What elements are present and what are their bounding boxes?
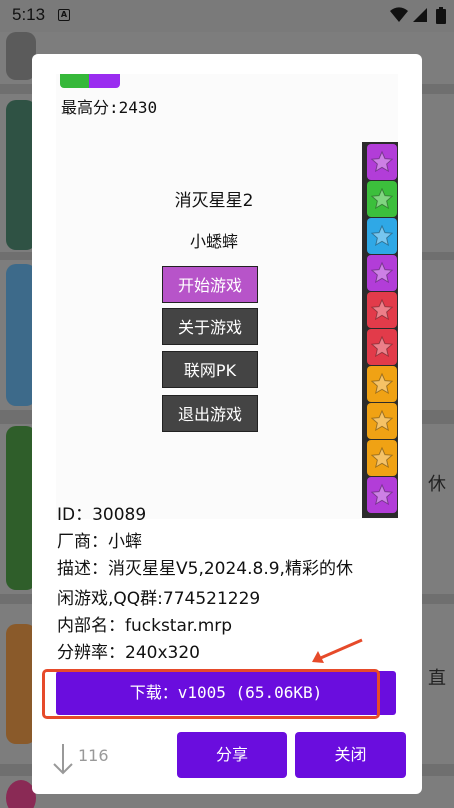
screenshot-menu-exit: 退出游戏 xyxy=(162,395,258,432)
star-block xyxy=(367,292,397,328)
screenshot-star-column xyxy=(362,142,398,518)
wifi-icon xyxy=(390,7,408,23)
star-block xyxy=(367,477,397,513)
arrow-down-icon xyxy=(53,744,73,775)
game-description-line1: 描述：消灭星星V5,2024.8.9,精彩的休 xyxy=(57,559,353,579)
star-block xyxy=(367,329,397,365)
star-block xyxy=(367,181,397,217)
game-internal-name: 内部名：fuckstar.mrp xyxy=(57,616,233,636)
share-button[interactable]: 分享 xyxy=(177,732,287,778)
peek-text: 直 xyxy=(428,668,446,689)
star-block xyxy=(367,366,397,402)
close-button[interactable]: 关闭 xyxy=(295,732,406,778)
game-resolution: 分辨率：240x320 xyxy=(57,643,200,663)
battery-icon xyxy=(436,7,446,24)
peek-text: 休 xyxy=(428,474,446,495)
game-description-line2: 闲游戏,QQ群:774521229 xyxy=(57,589,261,609)
star-block xyxy=(367,255,397,291)
download-count-value: 116 xyxy=(78,746,109,765)
screenshot-menu-pk: 联网PK xyxy=(162,351,258,388)
star-block xyxy=(367,440,397,476)
star-block xyxy=(367,144,397,180)
screenshot-menu-start: 开始游戏 xyxy=(162,266,258,303)
screenshot-game-title: 消灭星星2 xyxy=(174,191,254,211)
game-screenshot[interactable]: 最高分:2430 消灭星星2 小蟋蟀 开始游戏 关于游戏 联网PK 退出游戏 xyxy=(56,74,398,519)
screenshot-high-score: 最高分:2430 xyxy=(61,98,158,117)
notification-app-icon: A xyxy=(58,9,70,21)
screenshot-menu-about: 关于游戏 xyxy=(162,308,258,345)
annotation-highlight-box xyxy=(42,669,380,719)
status-bar: 5:13 A xyxy=(0,0,454,32)
game-id: ID：30089 xyxy=(57,505,147,525)
screenshot-game-author: 小蟋蟀 xyxy=(189,232,238,251)
star-block xyxy=(367,218,397,254)
annotation-arrow-icon xyxy=(312,638,363,663)
game-vendor: 厂商：小蟀 xyxy=(57,532,142,552)
star-block xyxy=(367,403,397,439)
status-time: 5:13 xyxy=(12,5,46,24)
game-detail-dialog: 最高分:2430 消灭星星2 小蟋蟀 开始游戏 关于游戏 联网PK 退出游戏 I… xyxy=(32,54,422,794)
signal-icon xyxy=(413,8,427,22)
screenshot-top-blocks xyxy=(60,74,120,88)
